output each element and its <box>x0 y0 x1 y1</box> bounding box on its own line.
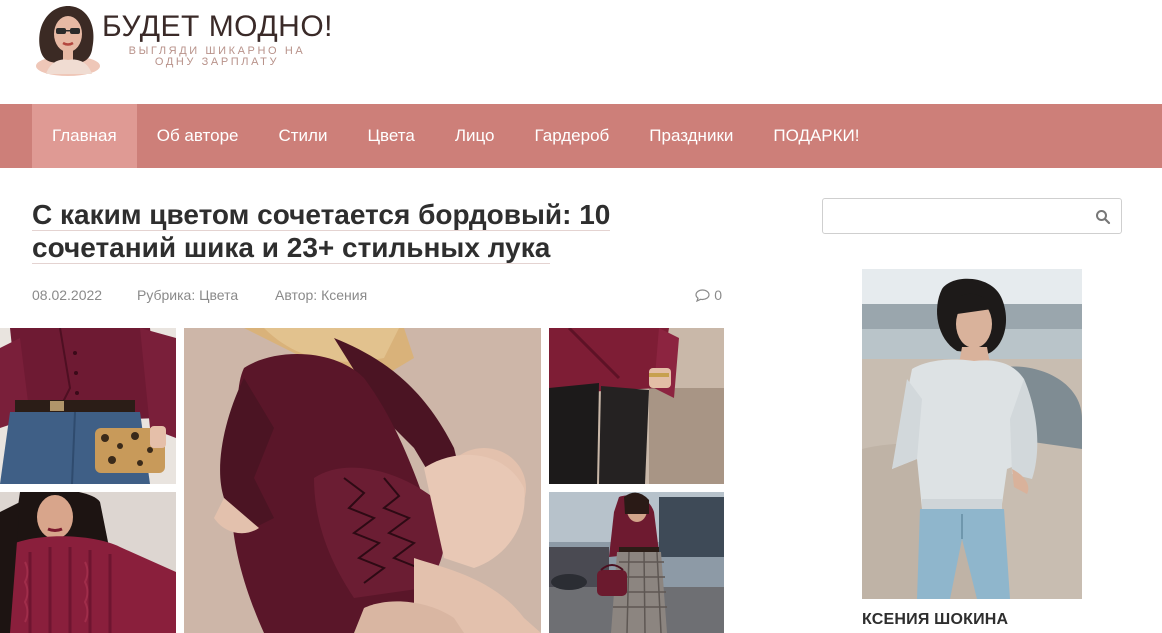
nav-item-styles[interactable]: Стили <box>258 104 347 168</box>
author-photo[interactable] <box>862 269 1082 599</box>
search-input[interactable] <box>831 205 1081 227</box>
nav-item-home[interactable]: Главная <box>32 104 137 168</box>
nav-item-holidays[interactable]: Праздники <box>629 104 753 168</box>
search-icon[interactable] <box>1095 209 1111 225</box>
nav-item-face[interactable]: Лицо <box>435 104 515 168</box>
nav-item-colors[interactable]: Цвета <box>347 104 434 168</box>
article-hero-collage <box>0 328 724 633</box>
site-tagline: ВЫГЛЯДИ ШИКАРНО НА ОДНУ ЗАРПЛАТУ <box>122 46 312 68</box>
collage-photo-lace-dress <box>184 328 541 633</box>
main-navigation: Главная Об авторе Стили Цвета Лицо Гарде… <box>0 104 1162 168</box>
article-author-link[interactable]: Автор: Ксения <box>275 287 367 303</box>
article-title-line-1: С каким цветом сочетается бордовый: 10 <box>32 199 611 231</box>
tagline-line-2: ОДНУ ЗАРПЛАТУ <box>154 56 280 68</box>
logo-avatar-icon <box>36 6 100 76</box>
nav-list: Главная Об авторе Стили Цвета Лицо Гарде… <box>32 104 880 168</box>
collage-photo-wrap-top <box>549 328 724 484</box>
nav-item-gifts[interactable]: ПОДАРКИ! <box>753 104 879 168</box>
sidebar-search <box>822 198 1122 234</box>
comments-link[interactable]: 0 <box>695 287 722 303</box>
collage-photo-street-style <box>549 492 724 633</box>
comment-icon <box>695 288 710 302</box>
collage-photo-knit-sweater <box>0 492 176 633</box>
author-name[interactable]: КСЕНИЯ ШОКИНА <box>862 611 1008 629</box>
site-logo[interactable]: БУДЕТ МОДНО! ВЫГЛЯДИ ШИКАРНО НА ОДНУ ЗАР… <box>32 4 342 76</box>
article-rubric-link[interactable]: Рубрика: Цвета <box>137 287 238 303</box>
nav-item-wardrobe[interactable]: Гардероб <box>514 104 629 168</box>
article-date: 08.02.2022 <box>32 287 103 303</box>
site-title: БУДЕТ МОДНО! <box>102 10 334 43</box>
collage-photo-blouse-jeans <box>0 328 176 484</box>
article-meta: 08.02.2022 Рубрика: Цвета Автор: Ксения … <box>32 287 722 307</box>
comments-count: 0 <box>714 287 722 303</box>
article-title: С каким цветом сочетается бордовый: 10 с… <box>32 198 652 264</box>
nav-item-about[interactable]: Об авторе <box>137 104 259 168</box>
article-title-line-2: сочетаний шика и 23+ стильных лука <box>32 232 551 264</box>
